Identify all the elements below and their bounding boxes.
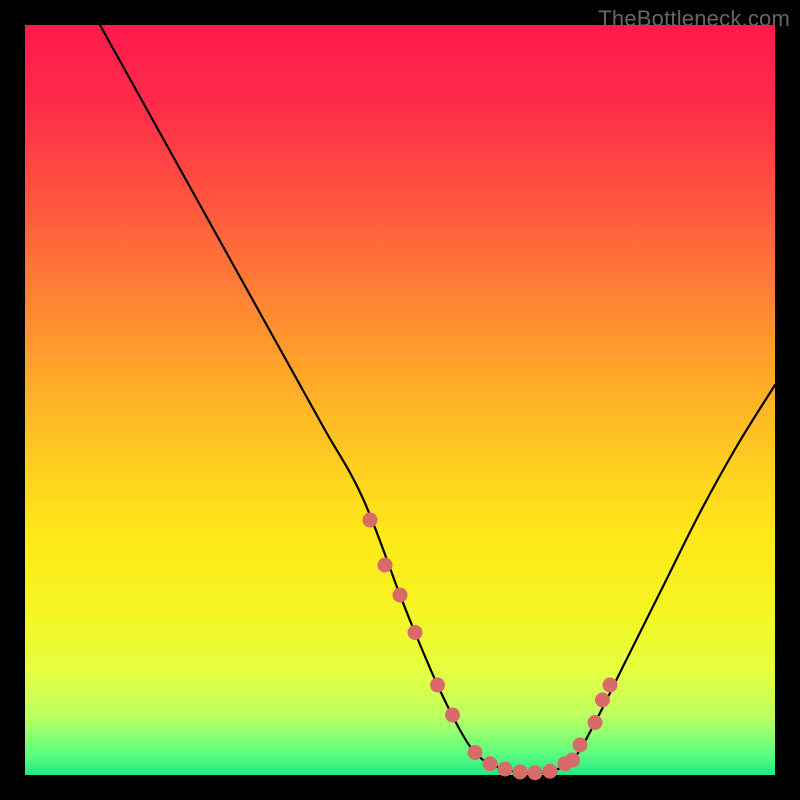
highlight-dot: [565, 753, 580, 768]
highlight-dots-group: [363, 513, 618, 781]
highlight-dot: [543, 764, 558, 779]
highlight-dot: [513, 765, 528, 780]
plot-area: [25, 25, 775, 775]
highlight-dot: [528, 765, 543, 780]
highlight-dot: [430, 678, 445, 693]
highlight-dot: [393, 588, 408, 603]
highlight-dot: [498, 762, 513, 777]
highlight-dot: [483, 756, 498, 771]
highlight-dot: [378, 558, 393, 573]
highlight-dot: [408, 625, 423, 640]
highlight-dot: [573, 738, 588, 753]
highlight-dot: [468, 745, 483, 760]
highlight-dot: [595, 693, 610, 708]
chart-container: TheBottleneck.com: [0, 0, 800, 800]
highlight-dot: [588, 715, 603, 730]
highlight-dot: [603, 678, 618, 693]
bottleneck-curve: [100, 25, 775, 773]
curve-layer: [25, 25, 775, 775]
highlight-dot: [363, 513, 378, 528]
highlight-dot: [445, 708, 460, 723]
watermark-text: TheBottleneck.com: [598, 6, 790, 32]
